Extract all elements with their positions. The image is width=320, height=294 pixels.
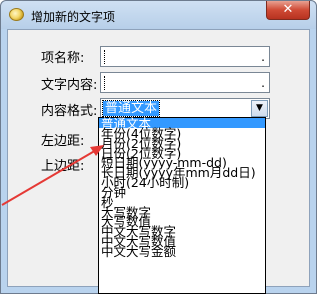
window-title: 增加新的文字项 [31,10,116,24]
text-caret [104,50,105,64]
name-input[interactable]: . [100,46,270,67]
format-dropdown-list[interactable]: 普通文本 年份(4位数字) 月份(2位数字) 日份(2位数字) 短日期(yyyy… [98,117,266,294]
left-margin-label: 左边距: [41,134,85,149]
close-button[interactable]: ✕ [266,1,310,20]
top-margin-label: 上边距: [41,159,85,174]
format-selected-value: 普通文本 [101,100,161,117]
field-indicator: . [261,76,265,90]
content-input[interactable]: . [100,72,270,93]
content-label: 文字内容: [41,78,98,93]
name-label: 项名称: [41,51,85,66]
text-caret [104,76,105,90]
title-bar[interactable]: 增加新的文字项 ✕ [1,1,316,29]
dropdown-option[interactable]: 中文大写金额 [99,245,265,257]
field-indicator: . [261,50,265,64]
app-icon [9,8,24,21]
format-label: 内容格式: [41,104,98,119]
chevron-down-icon[interactable]: ▼ [251,100,268,117]
